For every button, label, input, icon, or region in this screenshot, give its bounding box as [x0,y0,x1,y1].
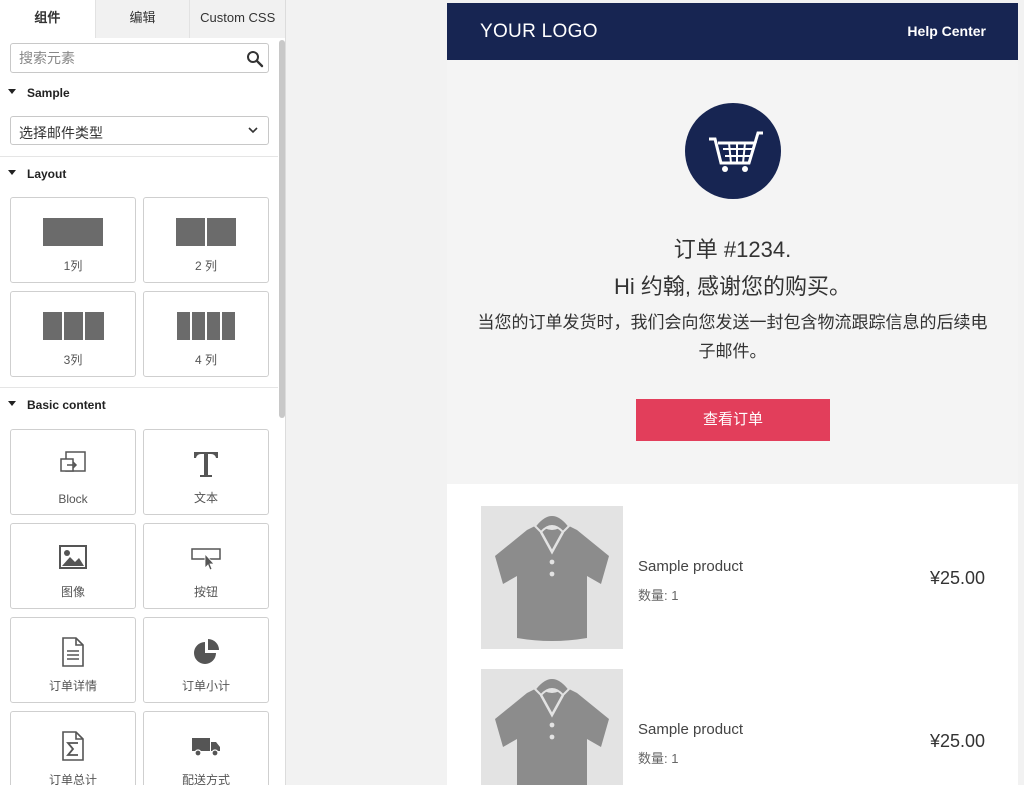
block-element[interactable]: Block [10,429,136,515]
divider [0,156,278,157]
two-columns-icon [144,216,268,248]
sigma-document-icon [62,731,84,761]
truck-icon [192,738,220,757]
view-order-button[interactable]: 查看订单 [636,399,830,441]
layout-label: 4 列 [194,353,217,367]
shipping-method-element[interactable]: 配送方式 [143,711,269,785]
block-icon [60,451,86,472]
product-price: ¥25.00 [929,731,985,751]
product-row[interactable]: Sample product 数量: 1 ¥25.00 [447,669,1018,785]
order-number-heading: 订单 #1234. [673,237,792,262]
product-name: Sample product [638,721,744,738]
element-label: 图像 [60,585,85,599]
caret-down-icon [8,170,16,175]
greeting-heading: Hi 约翰, 感谢您的购买。 [613,274,852,299]
panel-scrollbar[interactable] [279,40,285,418]
one-column-icon [11,216,135,248]
chevron-down-icon [248,127,258,134]
search-box [10,43,269,73]
tshirt-icon [495,514,609,641]
layout-label: 2 列 [194,259,217,273]
shopping-cart-icon [709,131,763,172]
pie-chart-icon [194,639,219,664]
tshirt-icon [495,677,609,785]
caret-down-icon [8,89,16,94]
document-icon [62,637,84,667]
section-sample-header[interactable]: Sample [0,83,278,105]
order-details-element[interactable]: 订单详情 [10,617,136,703]
three-columns-icon [11,310,135,342]
product-price: ¥25.00 [929,568,985,588]
order-subtotal-element[interactable]: 订单小计 [143,617,269,703]
email-type-select-value: 选择邮件类型 [19,125,103,141]
panel-content: Sample 选择邮件类型 Layout 1列 2 列 [0,38,278,785]
element-label: 订单小计 [181,679,230,693]
order-hero[interactable]: 订单 #1234. Hi 约翰, 感谢您的购买。 当您的订单发货时，我们会向您发… [447,60,1018,484]
logo-text[interactable]: YOUR LOGO [480,21,598,43]
divider [0,387,278,388]
element-label: 订单详情 [48,679,97,693]
product-quantity: 数量: 1 [638,751,679,766]
text-icon [194,452,218,477]
button-element[interactable]: 按钮 [143,523,269,609]
section-layout-header[interactable]: Layout [0,164,278,186]
order-total-element[interactable]: 订单总计 [10,711,136,785]
email-preview: YOUR LOGO Help Center 订单 #1234. Hi 约翰, 感… [447,3,1018,785]
tab-custom-css[interactable]: Custom CSS [189,0,285,38]
layout-3-columns[interactable]: 3列 [10,291,136,377]
image-icon [59,545,87,569]
layout-1-column[interactable]: 1列 [10,197,136,283]
layout-label: 1列 [63,259,83,273]
section-sample-label: Sample [27,86,70,100]
panel-tabs: 组件 编辑 Custom CSS [0,0,285,38]
product-image [481,506,623,649]
caret-down-icon [8,401,16,406]
product-image [481,669,623,785]
product-quantity: 数量: 1 [638,588,679,603]
section-basic-content-label: Basic content [27,398,106,412]
search-icon[interactable] [246,50,264,68]
element-label: Block [58,492,88,506]
cart-badge [685,103,781,199]
layout-label: 3列 [63,353,83,367]
section-basic-content-header[interactable]: Basic content [0,395,278,417]
layout-4-columns[interactable]: 4 列 [143,291,269,377]
element-label: 按钮 [193,585,218,599]
email-header[interactable]: YOUR LOGO Help Center [447,3,1018,60]
element-label: 订单总计 [48,773,97,785]
components-panel: 组件 编辑 Custom CSS Sample 选择邮件类型 Layout [0,0,286,785]
tab-components[interactable]: 组件 [0,0,95,38]
tab-edit[interactable]: 编辑 [94,0,190,38]
section-layout-label: Layout [27,167,67,181]
product-row[interactable]: Sample product 数量: 1 ¥25.00 [447,506,1018,652]
text-element[interactable]: 文本 [143,429,269,515]
layout-2-columns[interactable]: 2 列 [143,197,269,283]
shipping-notice-text: 当您的订单发货时，我们会向您发送一封包含物流跟踪信息的后续电子邮件。 [477,313,988,361]
button-icon [191,548,221,571]
element-label: 文本 [193,491,218,505]
image-element[interactable]: 图像 [10,523,136,609]
help-center-link[interactable]: Help Center [907,23,986,39]
search-input[interactable] [11,44,236,72]
email-type-select[interactable]: 选择邮件类型 [10,116,269,145]
element-label: 配送方式 [181,773,230,785]
four-columns-icon [144,310,268,342]
product-name: Sample product [638,558,744,575]
